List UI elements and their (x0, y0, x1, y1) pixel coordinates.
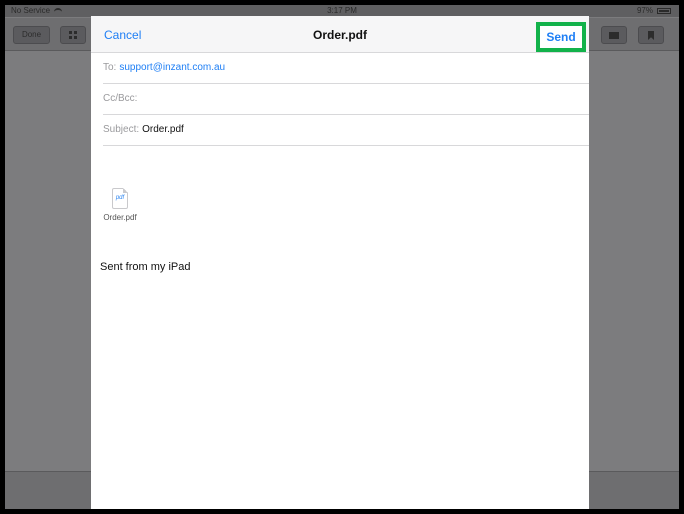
bookmark-button[interactable] (638, 26, 664, 44)
battery-icon (657, 8, 671, 14)
mail-icon (609, 32, 619, 39)
done-button[interactable]: Done (13, 26, 50, 44)
screen-frame: No Service 3:17 PM 97% Done Cancel Order… (0, 0, 684, 514)
status-right: 97% (637, 5, 671, 17)
compose-nav-bar: Cancel Order.pdf Send (91, 16, 589, 53)
subject-label: Subject: (103, 124, 140, 135)
mail-compose-sheet: Cancel Order.pdf Send To: support@inzant.… (91, 16, 589, 509)
battery-percent: 97% (636, 6, 653, 15)
subject-value: Order.pdf (142, 124, 184, 135)
attachment-name: Order.pdf (103, 213, 137, 222)
battery-level (659, 10, 669, 12)
cc-bcc-label: Cc/Bcc: (103, 93, 138, 104)
grid-icon (69, 31, 77, 39)
to-field[interactable]: To: support@inzant.com.au (103, 53, 589, 84)
pdf-attachment[interactable]: pdf Order.pdf (99, 188, 141, 222)
subject-field[interactable]: Subject: Order.pdf (103, 115, 589, 146)
mail-button[interactable] (601, 26, 627, 44)
send-button[interactable]: Send (536, 22, 586, 52)
bookmark-icon (648, 31, 654, 40)
email-signature: Sent from my iPad (100, 261, 191, 273)
grid-button[interactable] (60, 26, 86, 44)
to-label: To: (103, 62, 117, 73)
cc-bcc-field[interactable]: Cc/Bcc: (103, 84, 589, 115)
compose-title: Order.pdf (312, 28, 367, 42)
pdf-file-icon: pdf (112, 188, 128, 209)
to-recipient[interactable]: support@inzant.com.au (119, 62, 225, 73)
